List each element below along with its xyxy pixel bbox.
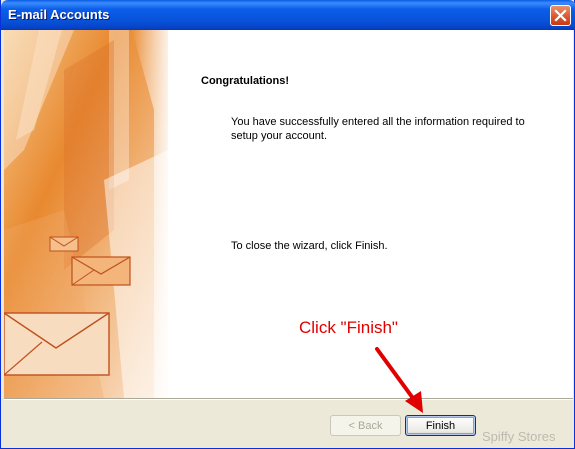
- button-separator: [4, 398, 573, 400]
- wizard-content: Congratulations! You have successfully e…: [4, 30, 573, 398]
- window-title: E-mail Accounts: [8, 7, 110, 22]
- envelope-icon: [4, 312, 110, 376]
- close-icon: [554, 9, 567, 22]
- watermark: Spiffy Stores: [482, 429, 556, 444]
- click-finish-annotation: Click "Finish": [299, 318, 398, 337]
- success-message: You have successfully entered all the in…: [231, 116, 525, 142]
- email-accounts-window: E-mail Accounts Congratulations! You hav…: [0, 0, 575, 449]
- close-instruction: To close the wizard, click Finish.: [231, 240, 388, 252]
- congratulations-heading: Congratulations!: [201, 75, 289, 87]
- wizard-side-art: [4, 30, 168, 398]
- close-button[interactable]: [550, 5, 571, 26]
- envelope-icon: [49, 236, 79, 252]
- envelope-icon: [71, 256, 131, 286]
- arrow-icon: [371, 345, 431, 420]
- title-bar[interactable]: E-mail Accounts: [1, 0, 575, 30]
- wizard-text-area: Congratulations! You have successfully e…: [168, 30, 573, 398]
